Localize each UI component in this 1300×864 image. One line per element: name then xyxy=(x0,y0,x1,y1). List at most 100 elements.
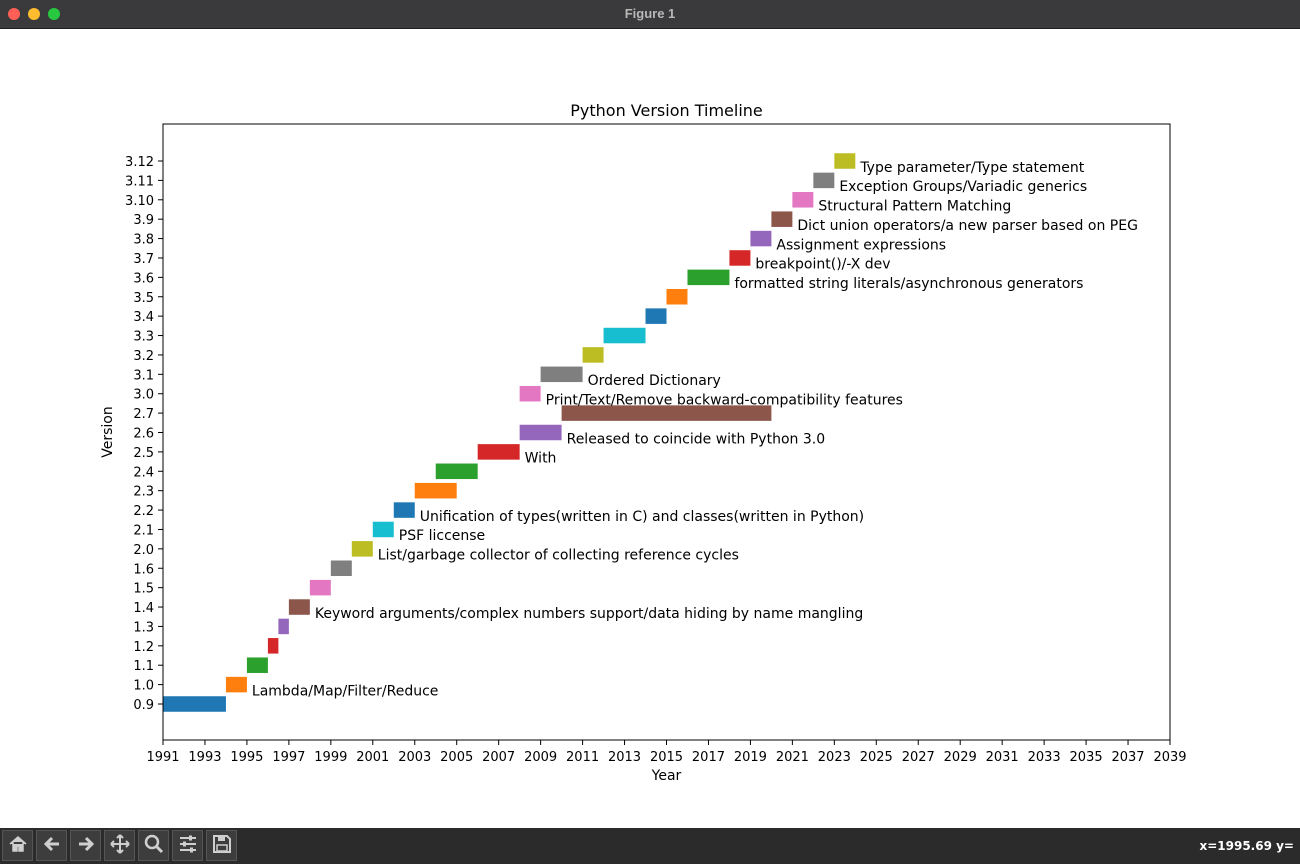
bar-2-6 xyxy=(519,424,562,441)
save-icon xyxy=(211,833,233,859)
chart-title: Python Version Timeline xyxy=(570,101,763,120)
bar-2-1 xyxy=(372,521,394,538)
y-tick-label: 3.2 xyxy=(133,349,154,364)
bar-2-2 xyxy=(393,502,415,518)
y-axis-label: Version xyxy=(100,406,116,457)
y-tick-label: 1.2 xyxy=(133,640,154,655)
x-tick-label: 2027 xyxy=(902,750,935,765)
bar-3-1 xyxy=(540,366,583,383)
y-tick-label: 1.3 xyxy=(133,620,154,635)
home-button[interactable] xyxy=(2,830,33,861)
x-tick-label: 2009 xyxy=(524,750,557,765)
bar-annotation: PSF liccense xyxy=(399,528,485,544)
bar-3-10 xyxy=(792,192,814,208)
x-tick-label: 1995 xyxy=(230,750,263,765)
y-tick-label: 3.8 xyxy=(133,233,154,248)
bar-annotation: Lambda/Map/Filter/Reduce xyxy=(252,683,439,699)
bar-annotation: breakpoint()/-X dev xyxy=(755,257,890,273)
y-tick-label: 3.1 xyxy=(133,368,154,383)
y-tick-label: 3.4 xyxy=(133,310,154,325)
back-icon xyxy=(41,833,63,859)
bar-annotation: With xyxy=(525,451,557,467)
bar-annotation: Structural Pattern Matching xyxy=(818,199,1011,215)
window-title: Figure 1 xyxy=(624,6,676,21)
x-tick-label: 1993 xyxy=(188,750,221,765)
x-tick-label: 1997 xyxy=(272,750,305,765)
configure-subplots-button[interactable] xyxy=(172,830,203,861)
y-tick-label: 3.10 xyxy=(125,194,154,209)
x-tick-label: 2039 xyxy=(1153,750,1186,765)
bar-1-4 xyxy=(288,599,310,615)
y-tick-label: 1.6 xyxy=(133,562,154,577)
bar-3-3 xyxy=(603,327,646,344)
y-tick-label: 1.4 xyxy=(133,601,154,616)
y-tick-label: 2.5 xyxy=(133,446,154,461)
x-tick-label: 1991 xyxy=(146,750,179,765)
y-tick-label: 3.9 xyxy=(133,213,154,228)
y-tick-label: 0.9 xyxy=(133,698,154,713)
configure-subplots-icon xyxy=(177,833,199,859)
bar-3-4 xyxy=(645,308,667,324)
x-tick-label: 2003 xyxy=(398,750,431,765)
bar-1-5 xyxy=(309,579,331,596)
forward-icon xyxy=(75,833,97,859)
y-tick-label: 3.6 xyxy=(133,271,154,286)
bar-1-1 xyxy=(246,657,268,673)
x-tick-label: 2035 xyxy=(1070,750,1103,765)
y-tick-label: 3.0 xyxy=(133,388,154,403)
x-tick-label: 2011 xyxy=(566,750,599,765)
bar-3-0 xyxy=(519,385,541,402)
x-tick-label: 2021 xyxy=(776,750,809,765)
y-tick-label: 3.11 xyxy=(125,174,154,189)
bar-1-6 xyxy=(330,560,352,577)
x-tick-label: 2013 xyxy=(608,750,641,765)
y-tick-label: 2.2 xyxy=(133,504,154,519)
x-tick-label: 2031 xyxy=(986,750,1019,765)
back-button[interactable] xyxy=(36,830,67,861)
home-icon xyxy=(7,833,29,859)
bar-3-8 xyxy=(750,230,772,247)
coordinate-readout: x=1995.69 y= xyxy=(1199,839,1294,853)
bar-1-2 xyxy=(267,638,279,654)
zoom-button[interactable] xyxy=(138,830,169,861)
y-tick-label: 2.4 xyxy=(133,465,154,480)
y-tick-label: 3.7 xyxy=(133,252,154,267)
figure-canvas[interactable]: Python Version Timeline Lambda/Map/Filter… xyxy=(0,29,1300,828)
window-titlebar: Figure 1 xyxy=(0,0,1300,29)
bar-annotation: Released to coincide with Python 3.0 xyxy=(567,431,826,447)
bar-annotation: Assignment expressions xyxy=(776,237,946,253)
x-tick-label: 2005 xyxy=(440,750,473,765)
bar-3-11 xyxy=(813,172,835,189)
x-tick-label: 2037 xyxy=(1111,750,1144,765)
x-tick-label: 2033 xyxy=(1028,750,1061,765)
y-tick-label: 2.6 xyxy=(133,427,154,442)
x-tick-label: 2019 xyxy=(734,750,767,765)
pan-icon xyxy=(109,833,131,859)
y-tick-label: 2.3 xyxy=(133,485,154,500)
save-button[interactable] xyxy=(206,830,237,861)
forward-button[interactable] xyxy=(70,830,101,861)
bar-annotation: Exception Groups/Variadic generics xyxy=(839,179,1087,195)
y-tick-label: 2.0 xyxy=(133,543,154,558)
bar-2-0 xyxy=(351,541,373,557)
x-tick-label: 2017 xyxy=(692,750,725,765)
y-tick-label: 2.1 xyxy=(133,523,154,538)
zoom-icon xyxy=(143,833,165,859)
chart: Python Version Timeline Lambda/Map/Filter… xyxy=(100,101,1187,784)
bar-2-4 xyxy=(435,463,478,480)
x-tick-label: 2007 xyxy=(482,750,515,765)
x-tick-label: 1999 xyxy=(314,750,347,765)
y-tick-label: 1.0 xyxy=(133,679,154,694)
bar-annotation: formatted string literals/asynchronous g… xyxy=(734,276,1083,292)
y-tick-label: 3.12 xyxy=(125,155,154,170)
pan-button[interactable] xyxy=(104,830,135,861)
bar-3-5 xyxy=(666,288,688,305)
bar-annotation: Unification of types(written in C) and c… xyxy=(420,509,864,525)
x-tick-label: 2023 xyxy=(818,750,851,765)
y-tick-label: 3.3 xyxy=(133,330,154,345)
bar-0-9 xyxy=(163,696,226,712)
y-tick-label: 1.1 xyxy=(133,659,154,674)
bar-3-6 xyxy=(687,269,730,286)
bar-annotation: List/garbage collector of collecting ref… xyxy=(378,548,739,564)
bar-3-7 xyxy=(729,250,751,266)
